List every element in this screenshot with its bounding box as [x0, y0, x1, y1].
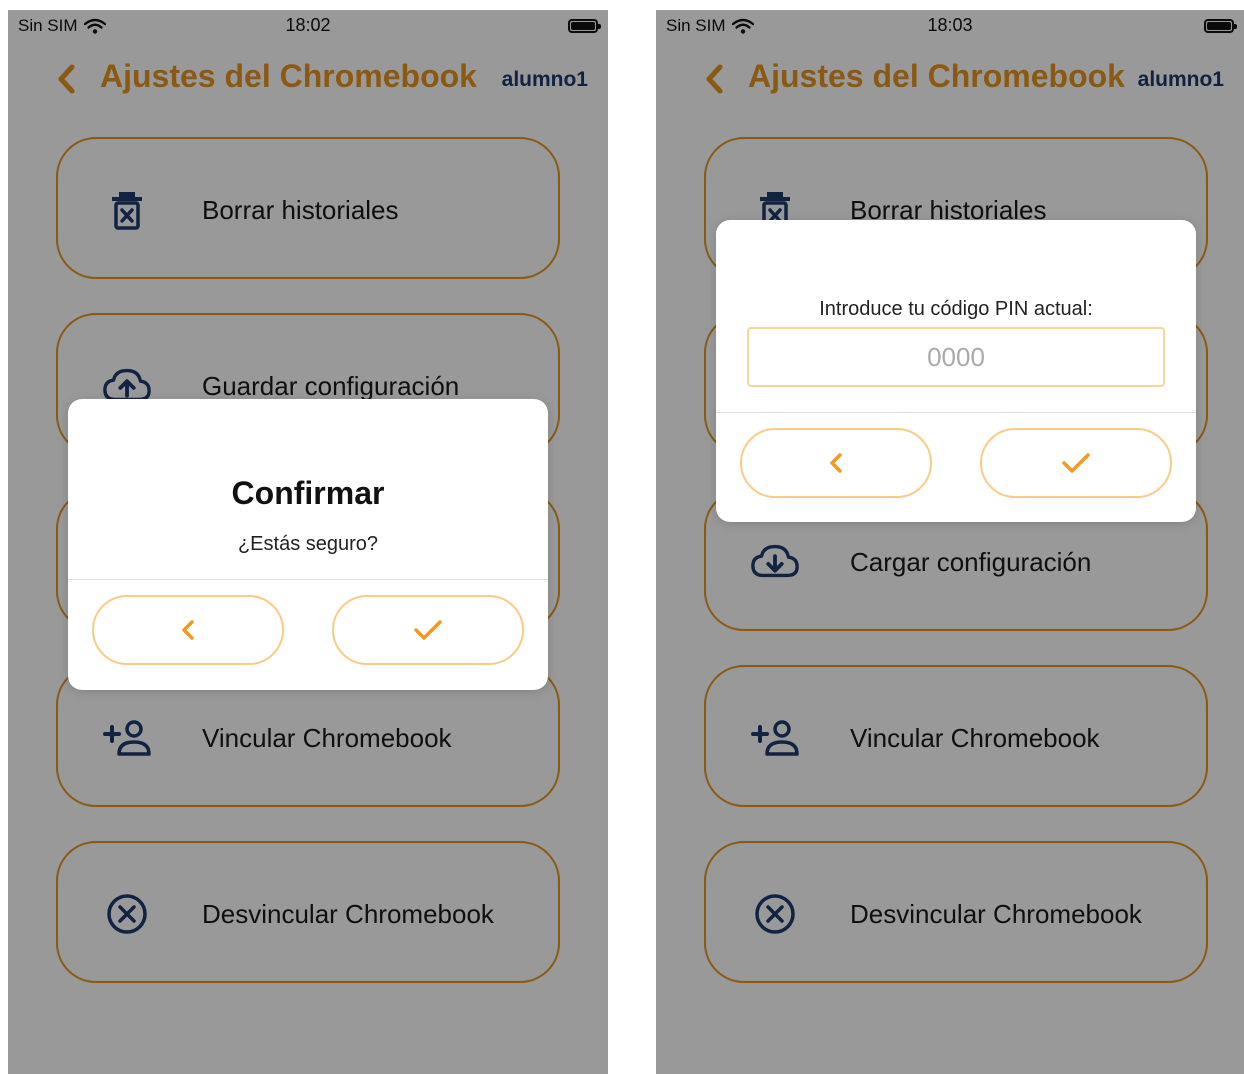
check-icon [1062, 453, 1090, 473]
dialog-divider [716, 412, 1196, 413]
phone-screen-right: Sin SIM 18:03 Ajustes del Chromebook alu… [656, 10, 1244, 1074]
pin-prompt: Introduce tu código PIN actual: [819, 298, 1093, 320]
phone-screen-left: Sin SIM 18:02 Ajustes del Chromebook alu… [8, 10, 608, 1074]
check-icon [414, 620, 442, 640]
chevron-left-icon [182, 620, 194, 640]
dialog-cancel-button[interactable] [740, 428, 932, 498]
pin-input[interactable] [747, 327, 1165, 387]
modal-overlay[interactable] [656, 10, 1244, 1074]
dialog-divider [68, 579, 548, 580]
dialog-message: ¿Estás seguro? [237, 533, 379, 555]
confirm-dialog: Confirmar ¿Estás seguro? [68, 399, 548, 690]
dialog-title: Confirmar [231, 475, 385, 511]
pin-dialog: Introduce tu código PIN actual: [716, 220, 1196, 522]
dialog-cancel-button[interactable] [92, 595, 284, 665]
dialog-confirm-button[interactable] [980, 428, 1172, 498]
chevron-left-icon [830, 453, 842, 473]
dialog-confirm-button[interactable] [332, 595, 524, 665]
